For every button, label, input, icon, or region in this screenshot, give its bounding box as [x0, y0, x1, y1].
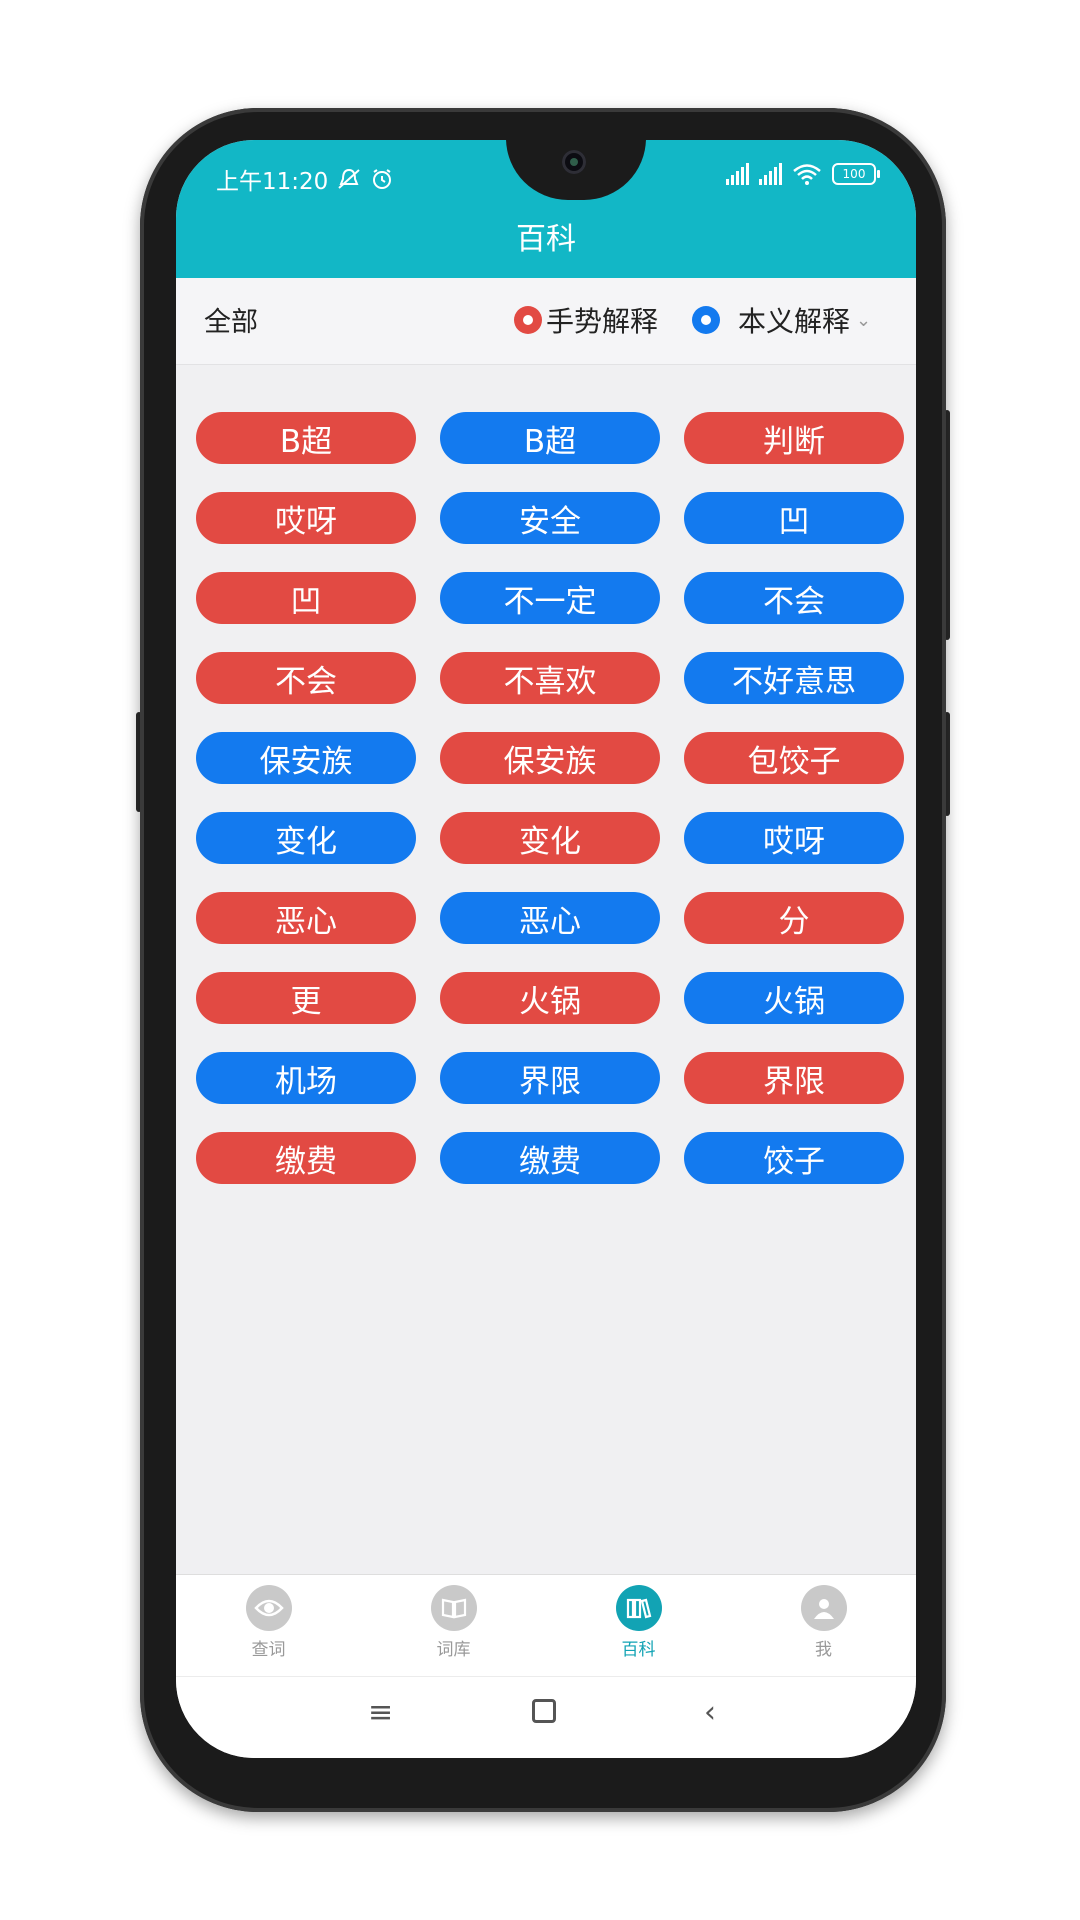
term-pill[interactable]: 界限	[440, 1052, 660, 1104]
term-pill[interactable]: 不一定	[440, 572, 660, 624]
user-icon	[800, 1585, 847, 1631]
legend-meaning-label: 本义解释	[738, 305, 851, 338]
term-pill[interactable]: 哎呀	[196, 492, 416, 544]
back-icon[interactable]: ‹	[704, 1695, 716, 1730]
books-icon	[615, 1585, 662, 1631]
tab-label: 词库	[436, 1640, 471, 1660]
wifi-icon	[793, 164, 821, 185]
term-pill[interactable]: 机场	[196, 1052, 416, 1104]
book-icon	[430, 1585, 477, 1631]
tab-books[interactable]: 百科	[546, 1575, 731, 1677]
tab-user[interactable]: 我	[731, 1575, 916, 1677]
term-pill[interactable]: 恶心	[440, 892, 660, 944]
term-pill[interactable]: B超	[196, 412, 416, 464]
category-filter[interactable]: 全部	[204, 300, 258, 339]
term-pill[interactable]: 饺子	[684, 1132, 904, 1184]
chevron-down-icon: ⌄	[856, 309, 872, 331]
tab-label: 我	[815, 1640, 832, 1660]
term-pill[interactable]: 包饺子	[684, 732, 904, 784]
term-pill[interactable]: 不好意思	[684, 652, 904, 704]
term-pill[interactable]: 界限	[684, 1052, 904, 1104]
term-pill[interactable]: 凹	[196, 572, 416, 624]
term-grid: B超 B超 判断 哎呀 安全凹凹不一定 不会 不会 不喜欢 不好意思 保安族 保安族 包饺子 变化 变化哎…	[196, 412, 904, 1184]
term-pill[interactable]: 恶心	[196, 892, 416, 944]
status-bar-left: 上午11:20	[216, 162, 394, 196]
system-nav-bar: ≡ ‹	[176, 1676, 916, 1758]
term-pill[interactable]: 保安族	[440, 732, 660, 784]
filter-bar: 全部 手势解释 本义解释 ⌄	[176, 278, 916, 365]
tab-label: 百科	[621, 1640, 656, 1660]
home-icon[interactable]	[532, 1699, 556, 1723]
term-pill[interactable]: 变化	[196, 812, 416, 864]
term-pill[interactable]: 不喜欢	[440, 652, 660, 704]
tab-eye[interactable]: 查词	[176, 1575, 361, 1677]
term-pill[interactable]: 缴费	[196, 1132, 416, 1184]
tab-book[interactable]: 词库	[361, 1575, 546, 1677]
term-pill[interactable]: B超	[440, 412, 660, 464]
term-pill[interactable]: 火锅	[440, 972, 660, 1024]
blue-dot-icon	[692, 306, 720, 334]
bottom-tab-bar: 查词 词库 百科 我	[176, 1574, 916, 1677]
term-pill[interactable]: 保安族	[196, 732, 416, 784]
battery-icon: 100	[832, 163, 880, 185]
mute-icon	[338, 168, 360, 189]
legend-gesture[interactable]: 手势解释	[514, 300, 658, 340]
term-pill[interactable]: 分	[684, 892, 904, 944]
term-pill[interactable]: 不会	[196, 652, 416, 704]
term-pill[interactable]: 安全	[440, 492, 660, 544]
page-title: 百科	[516, 222, 576, 257]
menu-icon[interactable]: ≡	[368, 1695, 393, 1730]
alarm-icon	[373, 169, 392, 189]
tab-label: 查词	[251, 1640, 286, 1660]
status-time: 上午11:20	[216, 169, 329, 195]
term-pill[interactable]: 哎呀	[684, 812, 904, 864]
term-pill[interactable]: 更	[196, 972, 416, 1024]
term-pill[interactable]: 不会	[684, 572, 904, 624]
legend-meaning[interactable]: 本义解释 ⌄	[692, 300, 871, 340]
signal-icon	[726, 163, 749, 185]
term-pill[interactable]: 缴费	[440, 1132, 660, 1184]
eye-icon	[245, 1585, 292, 1631]
signal-icon	[759, 163, 782, 185]
term-pill[interactable]: 火锅	[684, 972, 904, 1024]
status-bar-right: 100	[726, 162, 880, 186]
legend-gesture-label: 手势解释	[546, 305, 659, 338]
term-pill[interactable]: 凹	[684, 492, 904, 544]
screen: 上午11:20 100 百科 全部 手势解释 本义解释 ⌄ B超 B超 判断 哎…	[176, 140, 916, 1758]
term-pill[interactable]: 变化	[440, 812, 660, 864]
red-dot-icon	[514, 306, 542, 334]
term-pill[interactable]: 判断	[684, 412, 904, 464]
camera-icon	[562, 150, 586, 174]
